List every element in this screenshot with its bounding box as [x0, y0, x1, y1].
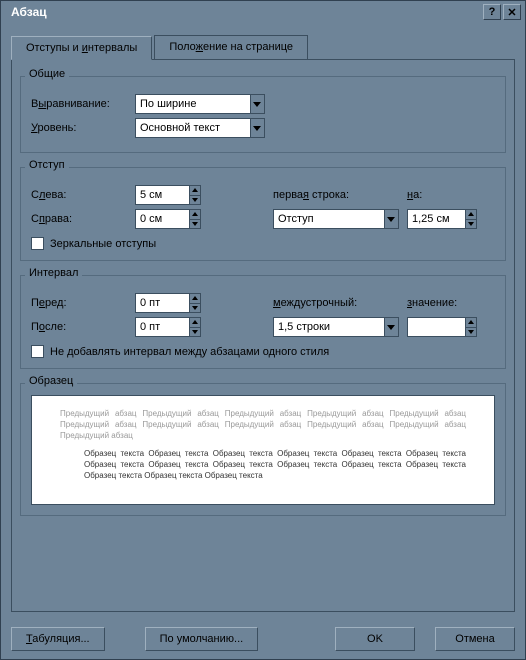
- checkbox-icon: [31, 237, 44, 250]
- firstline-label: первая строка:: [273, 189, 399, 201]
- group-spacing-title: Интервал: [25, 267, 82, 279]
- group-indent: Отступ Слева: первая строка: на: Справа:: [20, 167, 506, 261]
- space-before-value[interactable]: [136, 294, 189, 312]
- mirror-indents-check[interactable]: Зеркальные отступы: [31, 237, 495, 250]
- spin-down-icon[interactable]: [190, 219, 200, 229]
- space-after-label: После:: [31, 321, 127, 333]
- level-combo[interactable]: [135, 118, 265, 138]
- close-button[interactable]: ✕: [503, 4, 521, 20]
- spin-down-icon[interactable]: [466, 327, 477, 337]
- window-title: Абзац: [5, 5, 483, 19]
- line-spacing-value[interactable]: [274, 318, 384, 336]
- mirror-indents-label: Зеркальные отступы: [50, 238, 156, 250]
- space-before-spin[interactable]: [135, 293, 201, 313]
- level-label: Уровень:: [31, 122, 127, 134]
- chevron-down-icon[interactable]: [250, 95, 264, 113]
- default-button[interactable]: По умолчанию...: [145, 627, 259, 651]
- by-spin[interactable]: [407, 209, 477, 229]
- space-before-label: Перед:: [31, 297, 127, 309]
- spin-up-icon[interactable]: [190, 294, 200, 303]
- spin-up-icon[interactable]: [466, 318, 477, 327]
- group-general-title: Общие: [25, 68, 69, 80]
- button-bar: Табуляция... По умолчанию... OK Отмена: [11, 627, 515, 651]
- alignment-value[interactable]: [136, 95, 250, 113]
- chevron-down-icon[interactable]: [384, 318, 398, 336]
- tabs-button[interactable]: Табуляция...: [11, 627, 105, 651]
- paragraph-dialog: Абзац ? ✕ Отступы и интервалы Положение …: [0, 0, 526, 660]
- tab-panel: Общие Выравнивание: Уровень:: [11, 60, 515, 612]
- spin-up-icon[interactable]: [190, 186, 200, 195]
- ok-button[interactable]: OK: [335, 627, 415, 651]
- alignment-label: Выравнивание:: [31, 98, 127, 110]
- preview-box: Предыдущий абзац Предыдущий абзац Предыд…: [31, 395, 495, 505]
- indent-right-label: Справа:: [31, 213, 127, 225]
- help-button[interactable]: ?: [483, 4, 501, 20]
- no-space-same-style-label: Не добавлять интервал между абзацами одн…: [50, 346, 329, 358]
- spin-up-icon[interactable]: [466, 210, 477, 219]
- spin-up-icon[interactable]: [190, 210, 200, 219]
- group-preview: Образец Предыдущий абзац Предыдущий абза…: [20, 383, 506, 516]
- group-preview-title: Образец: [25, 375, 77, 387]
- group-indent-title: Отступ: [25, 159, 69, 171]
- tab-indents-spacing[interactable]: Отступы и интервалы: [11, 36, 152, 60]
- spin-down-icon[interactable]: [190, 327, 200, 337]
- tab-page-position[interactable]: Положение на странице: [154, 35, 308, 59]
- tabstrip: Отступы и интервалы Положение на страниц…: [11, 35, 515, 60]
- spacing-value-spin[interactable]: [407, 317, 477, 337]
- level-value[interactable]: [136, 119, 250, 137]
- indent-left-value[interactable]: [136, 186, 189, 204]
- line-spacing-label: междустрочный:: [273, 297, 399, 309]
- spacing-value-label: значение:: [407, 297, 467, 309]
- cancel-button[interactable]: Отмена: [435, 627, 515, 651]
- preview-prev-text: Предыдущий абзац Предыдущий абзац Предыд…: [60, 408, 466, 442]
- indent-right-value[interactable]: [136, 210, 189, 228]
- spin-up-icon[interactable]: [190, 318, 200, 327]
- spin-down-icon[interactable]: [190, 195, 200, 205]
- by-value[interactable]: [408, 210, 465, 228]
- space-after-value[interactable]: [136, 318, 189, 336]
- by-label: на:: [407, 189, 467, 201]
- firstline-combo[interactable]: [273, 209, 399, 229]
- spin-down-icon[interactable]: [190, 303, 200, 313]
- preview-curr-text: Образец текста Образец текста Образец те…: [60, 448, 466, 482]
- indent-left-spin[interactable]: [135, 185, 201, 205]
- line-spacing-combo[interactable]: [273, 317, 399, 337]
- group-general: Общие Выравнивание: Уровень:: [20, 76, 506, 153]
- chevron-down-icon[interactable]: [384, 210, 398, 228]
- indent-right-spin[interactable]: [135, 209, 201, 229]
- group-spacing: Интервал Перед: междустрочный: значение:…: [20, 275, 506, 369]
- spacing-value-value[interactable]: [408, 318, 465, 336]
- checkbox-icon: [31, 345, 44, 358]
- space-after-spin[interactable]: [135, 317, 201, 337]
- no-space-same-style-check[interactable]: Не добавлять интервал между абзацами одн…: [31, 345, 495, 358]
- titlebar: Абзац ? ✕: [1, 1, 525, 23]
- indent-left-label: Слева:: [31, 189, 127, 201]
- firstline-value[interactable]: [274, 210, 384, 228]
- spin-down-icon[interactable]: [466, 219, 477, 229]
- alignment-combo[interactable]: [135, 94, 265, 114]
- chevron-down-icon[interactable]: [250, 119, 264, 137]
